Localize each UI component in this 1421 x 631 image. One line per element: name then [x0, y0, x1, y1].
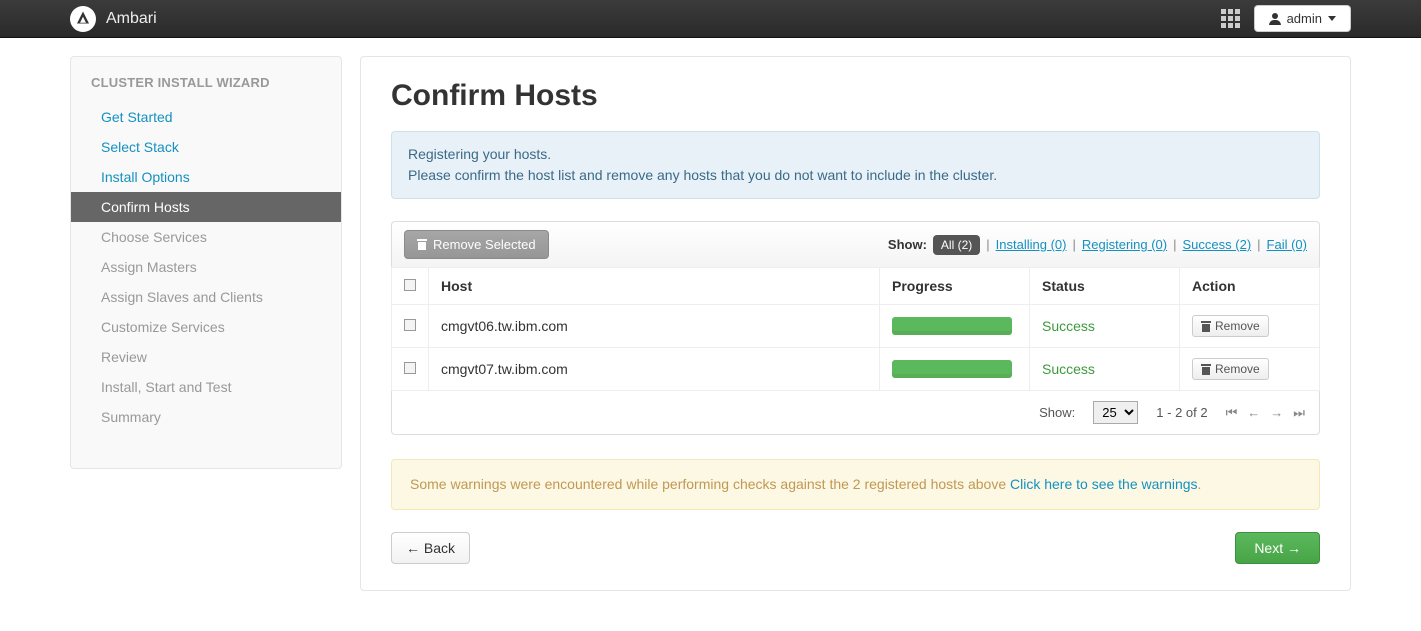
table-row: cmgvt06.tw.ibm.com Success Remove — [392, 305, 1320, 348]
trash-icon — [1201, 364, 1211, 375]
progress-bar-icon — [892, 360, 1012, 378]
pager-nav: ⏮ ← → ⏭ — [1226, 405, 1305, 421]
warnings-panel: Some warnings were encountered while per… — [391, 459, 1320, 510]
row-checkbox[interactable] — [404, 362, 416, 374]
col-status: Status — [1030, 268, 1180, 305]
wizard-step-9: Install, Start and Test — [71, 372, 341, 402]
filter-installing[interactable]: Installing (0) — [996, 237, 1067, 252]
wizard-footer: ← Back Next → — [391, 532, 1320, 564]
warnings-text: Some warnings were encountered while per… — [410, 476, 1010, 492]
info-panel: Registering your hosts. Please confirm t… — [391, 131, 1320, 199]
admin-dropdown-label: admin — [1287, 11, 1322, 26]
row-progress — [880, 348, 1030, 391]
page-title: Confirm Hosts — [391, 79, 1320, 113]
row-host: cmgvt06.tw.ibm.com — [429, 305, 880, 348]
row-host: cmgvt07.tw.ibm.com — [429, 348, 880, 391]
filter-all[interactable]: All (2) — [933, 235, 980, 255]
table-row: cmgvt07.tw.ibm.com Success Remove — [392, 348, 1320, 391]
filter-show-label: Show: — [888, 237, 927, 252]
col-host: Host — [429, 268, 880, 305]
pager-page-size-select[interactable]: 25 — [1093, 401, 1138, 424]
brand-label: Ambari — [106, 10, 157, 28]
back-button[interactable]: ← Back — [391, 532, 470, 564]
apps-grid-icon[interactable] — [1221, 9, 1240, 28]
ambari-logo-icon — [70, 6, 96, 32]
warnings-period: . — [1198, 476, 1202, 492]
nav-right: admin — [1221, 5, 1351, 32]
wizard-step-7: Customize Services — [71, 312, 341, 342]
row-remove-button[interactable]: Remove — [1192, 315, 1269, 337]
wizard-step-list: Get StartedSelect StackInstall OptionsCo… — [71, 96, 341, 438]
warnings-link[interactable]: Click here to see the warnings — [1010, 476, 1198, 492]
pager-last-icon[interactable]: ⏭ — [1293, 405, 1305, 421]
pager-first-icon[interactable]: ⏮ — [1226, 405, 1238, 421]
hosts-toolbar: Remove Selected Show: All (2) | Installi… — [391, 221, 1320, 267]
wizard-step-6: Assign Slaves and Clients — [71, 282, 341, 312]
filter-registering[interactable]: Registering (0) — [1082, 237, 1167, 252]
wizard-step-8: Review — [71, 342, 341, 372]
wizard-main-panel: Confirm Hosts Registering your hosts. Pl… — [360, 56, 1351, 591]
wizard-step-2[interactable]: Install Options — [71, 162, 341, 192]
caret-down-icon — [1328, 16, 1336, 21]
wizard-step-1[interactable]: Select Stack — [71, 132, 341, 162]
row-checkbox[interactable] — [404, 319, 416, 331]
wizard-step-4: Choose Services — [71, 222, 341, 252]
pager-range-label: 1 - 2 of 2 — [1156, 405, 1207, 420]
row-status: Success — [1030, 305, 1180, 348]
col-action: Action — [1180, 268, 1320, 305]
next-button[interactable]: Next → — [1235, 532, 1320, 564]
filter-fail[interactable]: Fail (0) — [1267, 237, 1307, 252]
wizard-step-0[interactable]: Get Started — [71, 102, 341, 132]
row-progress — [880, 305, 1030, 348]
pager-next-icon[interactable]: → — [1270, 405, 1283, 421]
info-line-2: Please confirm the host list and remove … — [408, 165, 1303, 186]
trash-icon — [1201, 321, 1211, 332]
pager: Show: 25 1 - 2 of 2 ⏮ ← → ⏭ — [391, 391, 1320, 435]
remove-selected-button[interactable]: Remove Selected — [404, 230, 549, 259]
info-line-1: Registering your hosts. — [408, 144, 1303, 165]
wizard-step-10: Summary — [71, 402, 341, 432]
hosts-table: Host Progress Status Action cmgvt06.tw.i… — [391, 267, 1320, 391]
trash-icon — [417, 239, 427, 250]
row-status: Success — [1030, 348, 1180, 391]
pager-show-label: Show: — [1039, 405, 1075, 420]
wizard-sidebar-title: CLUSTER INSTALL WIZARD — [71, 57, 341, 96]
wizard-step-3: Confirm Hosts — [71, 192, 341, 222]
wizard-sidebar: CLUSTER INSTALL WIZARD Get StartedSelect… — [70, 56, 342, 469]
select-all-header — [392, 268, 429, 305]
user-icon — [1269, 13, 1281, 25]
top-navbar: Ambari admin — [0, 0, 1421, 38]
nav-left: Ambari — [70, 6, 157, 32]
admin-dropdown-button[interactable]: admin — [1254, 5, 1351, 32]
select-all-checkbox[interactable] — [404, 279, 416, 291]
remove-selected-label: Remove Selected — [433, 237, 536, 252]
wizard-step-5: Assign Masters — [71, 252, 341, 282]
progress-bar-icon — [892, 317, 1012, 335]
col-progress: Progress — [880, 268, 1030, 305]
pager-prev-icon[interactable]: ← — [1247, 405, 1260, 421]
row-remove-button[interactable]: Remove — [1192, 358, 1269, 380]
filter-success[interactable]: Success (2) — [1183, 237, 1252, 252]
filter-bar: Show: All (2) | Installing (0) | Registe… — [888, 235, 1307, 255]
